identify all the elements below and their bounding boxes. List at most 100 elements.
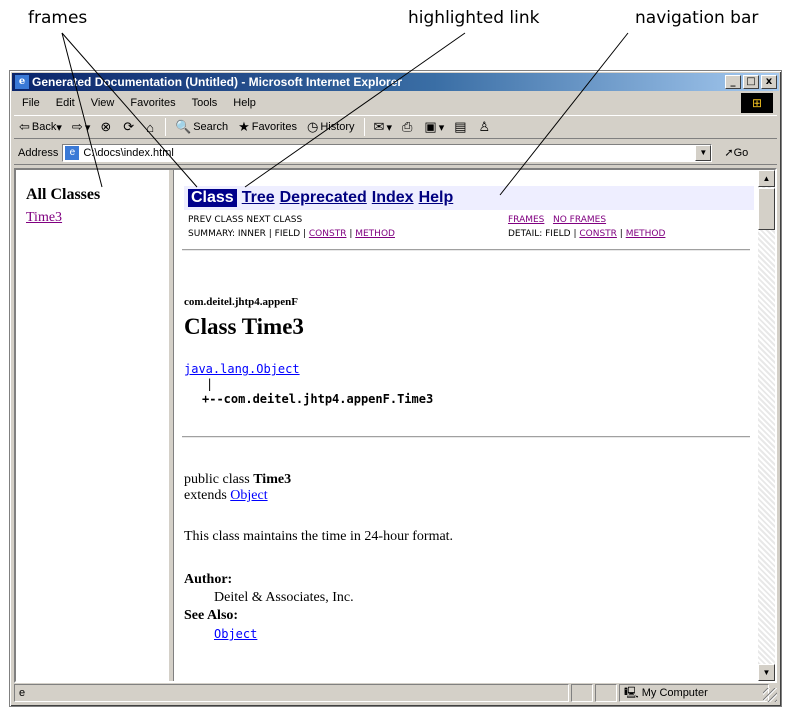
detail-method-link[interactable]: METHOD	[626, 229, 666, 239]
mail-button[interactable]: ✉ ▾	[369, 119, 397, 135]
see-also-label: See Also:	[184, 608, 239, 623]
divider	[182, 436, 750, 438]
favorites-icon: ★	[238, 119, 250, 134]
menu-view[interactable]: View	[83, 97, 123, 109]
address-bar: Address e C:\docs\index.html ▼ ➚ Go	[14, 141, 777, 165]
maximize-button[interactable]: □	[743, 75, 759, 89]
title-bar[interactable]: e Generated Documentation (Untitled) - M…	[12, 73, 779, 91]
go-label: Go	[733, 146, 749, 159]
address-label: Address	[18, 146, 59, 159]
class-description: This class maintains the time in 24-hour…	[184, 529, 454, 544]
extends-object-link[interactable]: Object	[230, 488, 267, 503]
home-button[interactable]: ⌂	[141, 120, 161, 135]
page-icon: e	[19, 687, 26, 699]
inheritance-tree: java.lang.Object | +--com.deitel.jhtp4.a…	[184, 362, 433, 407]
frames-links: FRAMES NO FRAMES	[508, 215, 606, 225]
menu-help[interactable]: Help	[225, 97, 264, 109]
windows-logo-icon: ⊞	[741, 93, 773, 113]
zone-label: My Computer	[641, 687, 708, 699]
refresh-icon: ⟳	[123, 119, 135, 134]
status-cell	[571, 684, 593, 702]
window-title: Generated Documentation (Untitled) - Mic…	[32, 75, 403, 89]
history-button[interactable]: ◷ History	[302, 119, 360, 135]
close-button[interactable]: x	[761, 75, 777, 89]
browser-window: e Generated Documentation (Untitled) - M…	[9, 70, 782, 707]
messenger-icon: ♙	[478, 119, 491, 134]
edit-button[interactable]: ▣ ▾	[419, 119, 449, 135]
forward-arrow-icon: ⇨	[71, 119, 83, 134]
nav-tree[interactable]: Tree	[242, 189, 275, 207]
detail-links: DETAIL: FIELD | CONSTR | METHOD	[508, 229, 666, 239]
see-also-object-link[interactable]: Object	[214, 627, 257, 641]
toolbar-separator	[165, 118, 167, 136]
frames-link[interactable]: FRAMES	[508, 215, 544, 225]
home-icon: ⌂	[146, 119, 155, 135]
stop-button[interactable]: ⊗	[95, 119, 118, 135]
all-classes-heading: All Classes	[26, 186, 101, 203]
status-text: e	[14, 684, 569, 702]
package-name: com.deitel.jhtp4.appenF	[184, 296, 298, 308]
search-label: Search	[193, 121, 229, 133]
extends-prefix: extends	[184, 488, 231, 503]
forward-button[interactable]: ⇨ ▾	[67, 119, 95, 135]
divider	[182, 249, 750, 251]
go-arrow-icon: ➚	[724, 147, 734, 159]
class-link-time3[interactable]: Time3	[26, 210, 158, 226]
summary-prefix: SUMMARY: INNER | FIELD |	[188, 229, 309, 239]
prev-next-class: PREV CLASS NEXT CLASS	[188, 215, 303, 225]
summary-constr-link[interactable]: CONSTR	[309, 229, 347, 239]
print-button[interactable]: ⎙	[397, 119, 419, 135]
standard-toolbar: ⇦ Back ▾ ⇨ ▾ ⊗ ⟳ ⌂ 🔍 Search ★ Favorites ◷ Hi…	[14, 115, 777, 139]
back-button[interactable]: ⇦ Back ▾	[14, 119, 67, 135]
menu-bar: File Edit View Favorites Tools Help ⊞	[14, 93, 777, 113]
nav-index[interactable]: Index	[372, 189, 414, 207]
scroll-down-button[interactable]: ▼	[758, 664, 775, 681]
search-button[interactable]: 🔍 Search	[170, 119, 233, 135]
search-icon: 🔍	[175, 119, 192, 134]
callout-frames: frames	[28, 8, 88, 28]
author-label: Author:	[184, 572, 233, 587]
refresh-button[interactable]: ⟳	[118, 119, 141, 135]
edit-icon: ▣	[424, 119, 437, 134]
address-dropdown-button[interactable]: ▼	[695, 144, 712, 161]
messenger-button[interactable]: ♙	[474, 119, 498, 135]
menu-favorites[interactable]: Favorites	[122, 97, 183, 109]
minimize-button[interactable]: _	[725, 75, 741, 89]
resize-grip[interactable]	[763, 688, 777, 702]
back-arrow-icon: ⇦	[19, 119, 30, 134]
class-declaration: public class Time3 extends Object	[184, 472, 291, 504]
summary-links: SUMMARY: INNER | FIELD | CONSTR | METHOD	[188, 229, 395, 239]
class-tags: Author: Deitel & Associates, Inc. See Al…	[184, 571, 354, 644]
mail-icon: ✉	[373, 119, 385, 134]
menu-file[interactable]: File	[14, 97, 48, 109]
scroll-up-button[interactable]: ▲	[758, 170, 775, 187]
print-icon: ⎙	[401, 119, 413, 134]
author-value: Deitel & Associates, Inc.	[214, 590, 354, 605]
scroll-thumb[interactable]	[758, 188, 775, 230]
menu-tools[interactable]: Tools	[184, 97, 226, 109]
status-bar: e 🖳 My Computer	[14, 684, 777, 702]
nav-deprecated[interactable]: Deprecated	[280, 189, 367, 207]
favorites-button[interactable]: ★ Favorites	[233, 119, 302, 135]
go-button[interactable]: ➚ Go	[724, 146, 749, 160]
content-area: All Classes Time3 Class Tree Deprecated …	[14, 168, 777, 683]
java-lang-object-link[interactable]: java.lang.Object	[184, 362, 300, 376]
status-cell	[595, 684, 617, 702]
nav-help[interactable]: Help	[419, 189, 454, 207]
summary-method-link[interactable]: METHOD	[355, 229, 395, 239]
nav-class[interactable]: Class	[188, 189, 237, 207]
callout-navigation-bar: navigation bar	[635, 8, 759, 28]
vertical-scrollbar[interactable]: ▲ ▼	[758, 170, 775, 681]
favorites-label: Favorites	[251, 121, 297, 133]
detail-prefix: DETAIL: FIELD |	[508, 229, 580, 239]
discuss-icon: ▤	[454, 119, 467, 134]
detail-constr-link[interactable]: CONSTR	[579, 229, 617, 239]
tree-child: +--com.deitel.jhtp4.appenF.Time3	[202, 392, 434, 406]
discuss-button[interactable]: ▤	[449, 119, 473, 135]
window-controls: _ □ x	[725, 75, 777, 89]
documentation-frame: Class Tree Deprecated Index Help PREV CL…	[174, 170, 758, 681]
page-icon: e	[65, 145, 80, 160]
no-frames-link[interactable]: NO FRAMES	[553, 215, 606, 225]
menu-edit[interactable]: Edit	[48, 97, 83, 109]
address-input[interactable]: e C:\docs\index.html ▼	[62, 143, 713, 162]
